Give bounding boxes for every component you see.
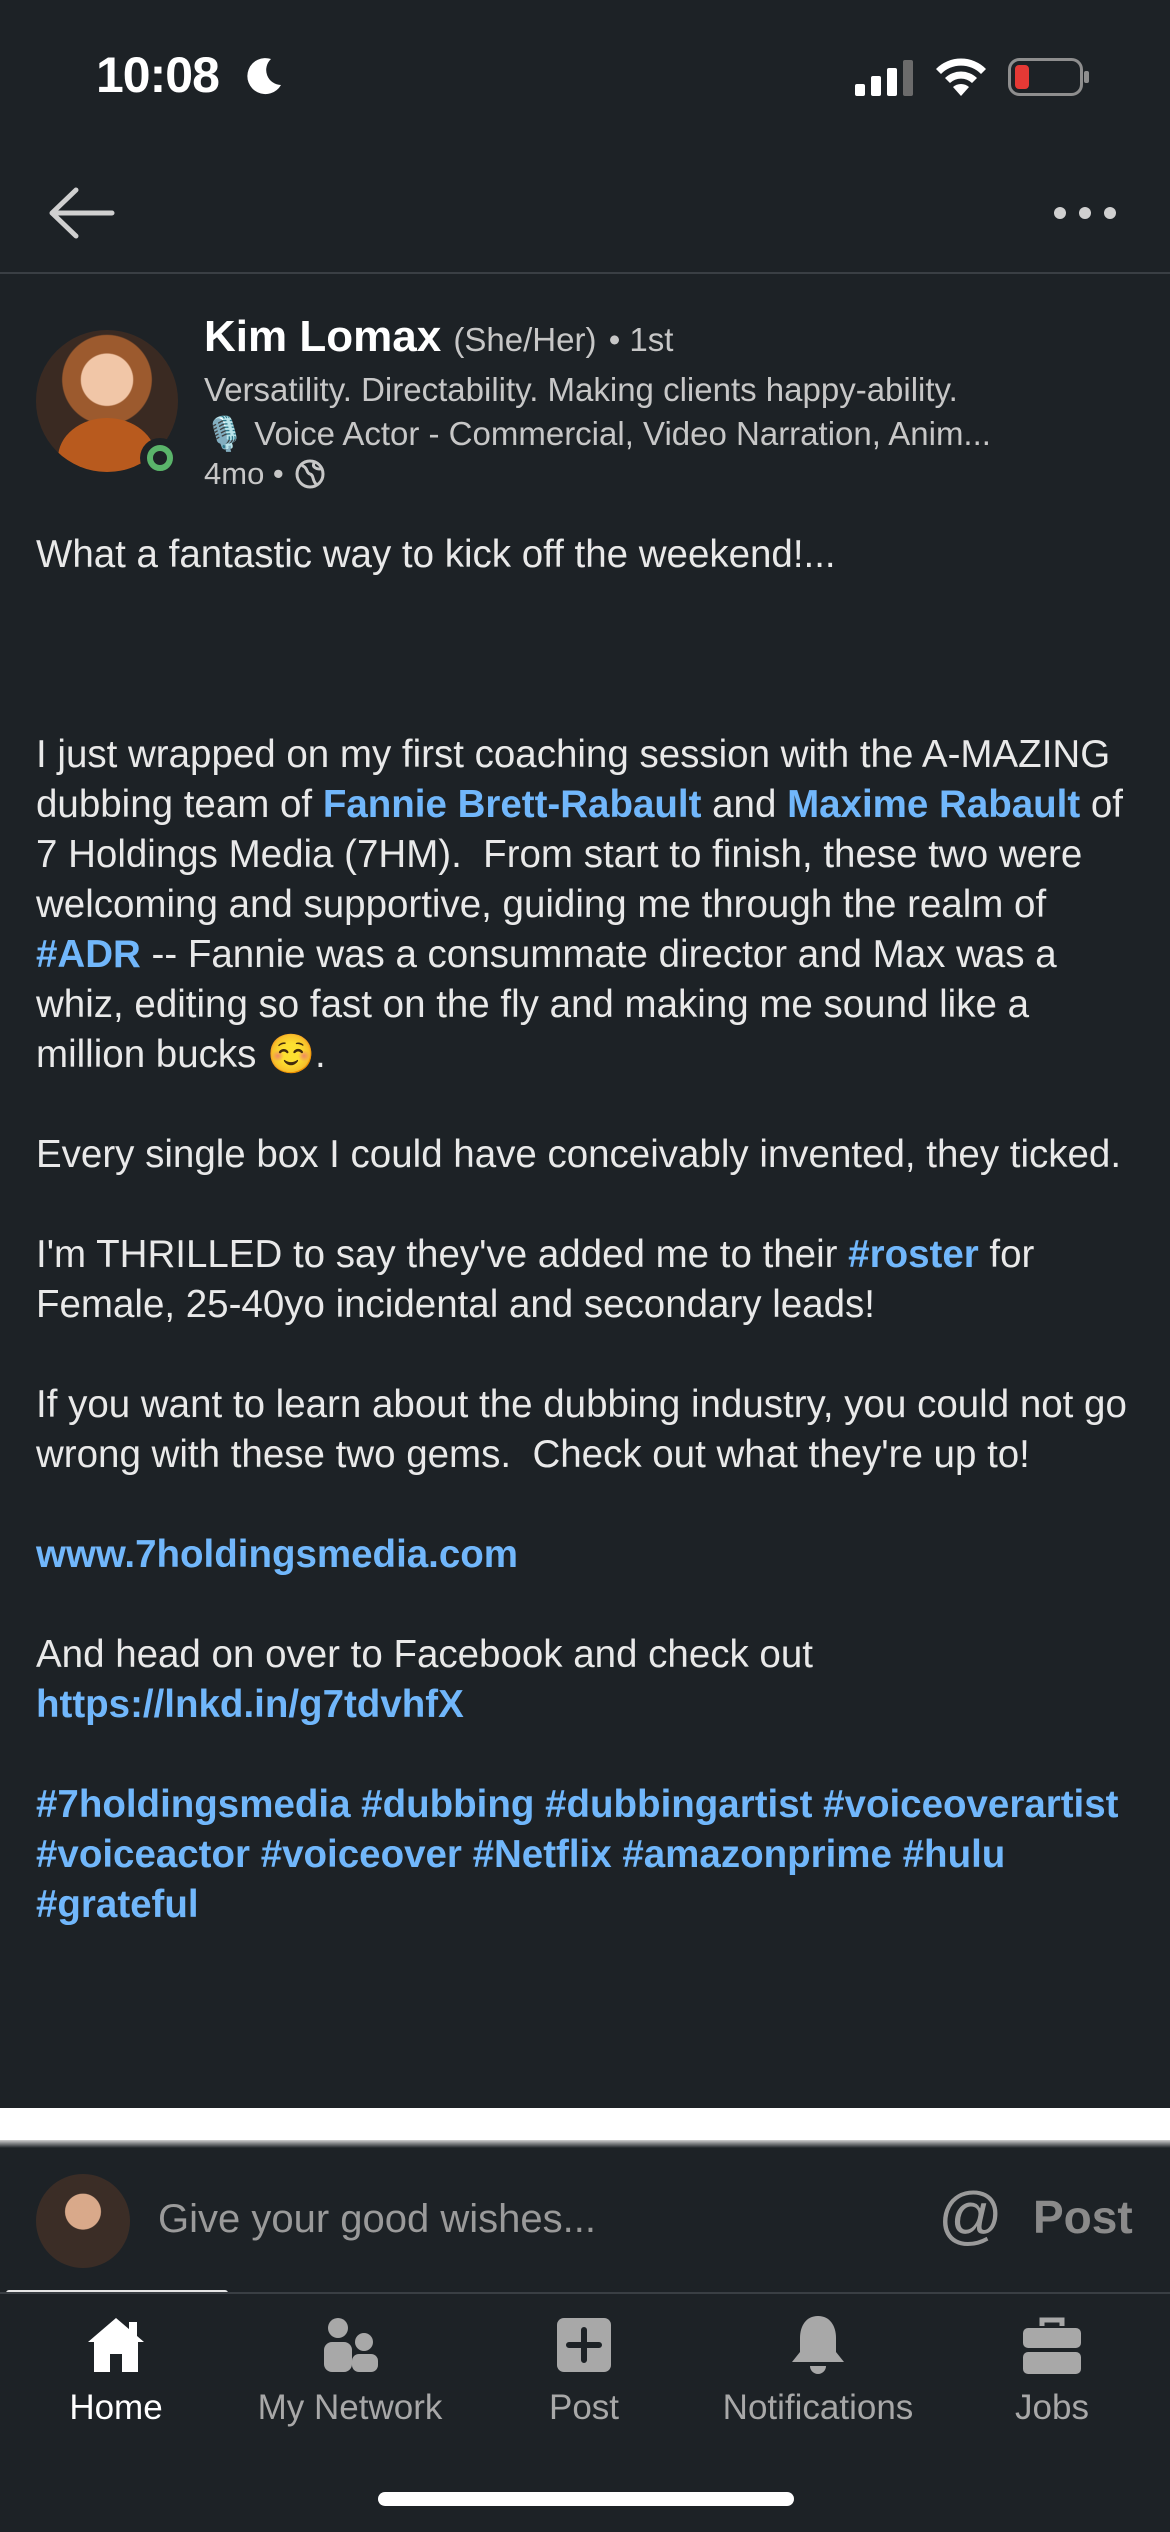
post-paragraph-2: I just wrapped on my first coaching sess… bbox=[36, 730, 1136, 1080]
post-author-header[interactable]: Kim Lomax (She/Her) • 1st Versatility. D… bbox=[36, 310, 1146, 500]
tab-my-network[interactable]: My Network bbox=[240, 2312, 460, 2432]
globe-icon bbox=[295, 459, 325, 489]
mention-link[interactable]: Maxime Rabault bbox=[787, 783, 1080, 826]
battery-icon bbox=[1008, 58, 1089, 96]
briefcase-icon bbox=[1023, 2317, 1081, 2374]
post-paragraph-5: If you want to learn about the dubbing i… bbox=[36, 1383, 1138, 1476]
my-network-icon bbox=[324, 2318, 378, 2372]
mention-at-button[interactable]: @ bbox=[938, 2180, 1003, 2250]
back-arrow-icon[interactable] bbox=[42, 178, 122, 248]
status-time: 10:08 bbox=[96, 47, 220, 103]
tab-post-label: Post bbox=[548, 2388, 620, 2427]
author-headline-2: 🎙️ Voice Actor - Commercial, Video Narra… bbox=[204, 415, 991, 452]
post-paragraph-4: I'm THRILLED to say they've added me to … bbox=[36, 1230, 1136, 1330]
post-text: And head on over to Facebook and check o… bbox=[36, 1633, 824, 1676]
hashtags-paragraph[interactable]: #7holdingsmedia #dubbing #dubbingartist … bbox=[36, 1780, 1136, 1930]
hashtag-link[interactable]: #ADR bbox=[36, 933, 141, 976]
comment-post-button[interactable]: Post bbox=[1033, 2190, 1133, 2244]
author-pronouns: (She/Her) bbox=[453, 321, 597, 358]
more-options-icon[interactable] bbox=[1050, 190, 1120, 236]
mention-link[interactable]: Fannie Brett-Rabault bbox=[323, 783, 702, 826]
tab-post[interactable]: Post bbox=[474, 2312, 694, 2432]
comment-input[interactable] bbox=[158, 2184, 898, 2254]
tab-notifications-label: Notifications bbox=[722, 2388, 914, 2427]
post-paragraph-6: And head on over to Facebook and check o… bbox=[36, 1630, 1136, 1730]
tab-home-label: Home bbox=[69, 2388, 163, 2427]
home-indicator bbox=[378, 2492, 794, 2506]
tab-my-network-label: My Network bbox=[257, 2388, 443, 2427]
post-paragraph-1: What a fantastic way to kick off the wee… bbox=[36, 533, 836, 576]
post-paragraph-3: Every single box I could have conceivabl… bbox=[36, 1133, 1122, 1176]
cellular-signal-icon bbox=[855, 60, 913, 96]
section-divider bbox=[0, 2108, 1170, 2144]
bell-icon bbox=[792, 2316, 844, 2374]
online-status-icon bbox=[140, 438, 180, 478]
wifi-icon bbox=[936, 58, 986, 96]
post-text: and bbox=[701, 783, 788, 826]
author-name-line: Kim Lomax (She/Her) • 1st bbox=[204, 312, 673, 362]
author-name[interactable]: Kim Lomax bbox=[204, 312, 441, 361]
post-plus-icon bbox=[557, 2318, 611, 2372]
section-divider-shadow bbox=[0, 2140, 1170, 2148]
post-meta: 4mo • bbox=[204, 456, 326, 492]
short-link[interactable]: https://lnkd.in/g7tdvhfX bbox=[36, 1683, 464, 1726]
tab-home[interactable]: Home bbox=[6, 2312, 226, 2432]
status-bar: 10:08 bbox=[0, 0, 1170, 150]
home-icon bbox=[88, 2318, 144, 2372]
post-time-ago: 4mo • bbox=[204, 456, 284, 491]
post-text: I'm THRILLED to say they've added me to … bbox=[36, 1233, 849, 1276]
website-link[interactable]: www.7holdingsmedia.com bbox=[36, 1533, 518, 1576]
post-paragraph-website: www.7holdingsmedia.com bbox=[36, 1530, 1136, 1580]
post-body: What a fantastic way to kick off the wee… bbox=[36, 530, 1136, 1930]
comment-bar: @ Post bbox=[0, 2148, 1170, 2288]
tab-notifications[interactable]: Notifications bbox=[708, 2312, 928, 2432]
author-headline: Versatility. Directability. Making clien… bbox=[204, 371, 958, 408]
post-text: -- Fannie was a consummate director and … bbox=[36, 933, 1068, 1076]
hashtag-link[interactable]: #roster bbox=[848, 1233, 979, 1276]
post-top-navigation bbox=[0, 150, 1170, 274]
moon-icon bbox=[247, 58, 281, 95]
current-user-avatar bbox=[36, 2174, 130, 2268]
tab-jobs[interactable]: Jobs bbox=[942, 2312, 1162, 2432]
tab-jobs-label: Jobs bbox=[1015, 2388, 1089, 2427]
connection-degree: • 1st bbox=[608, 321, 674, 358]
